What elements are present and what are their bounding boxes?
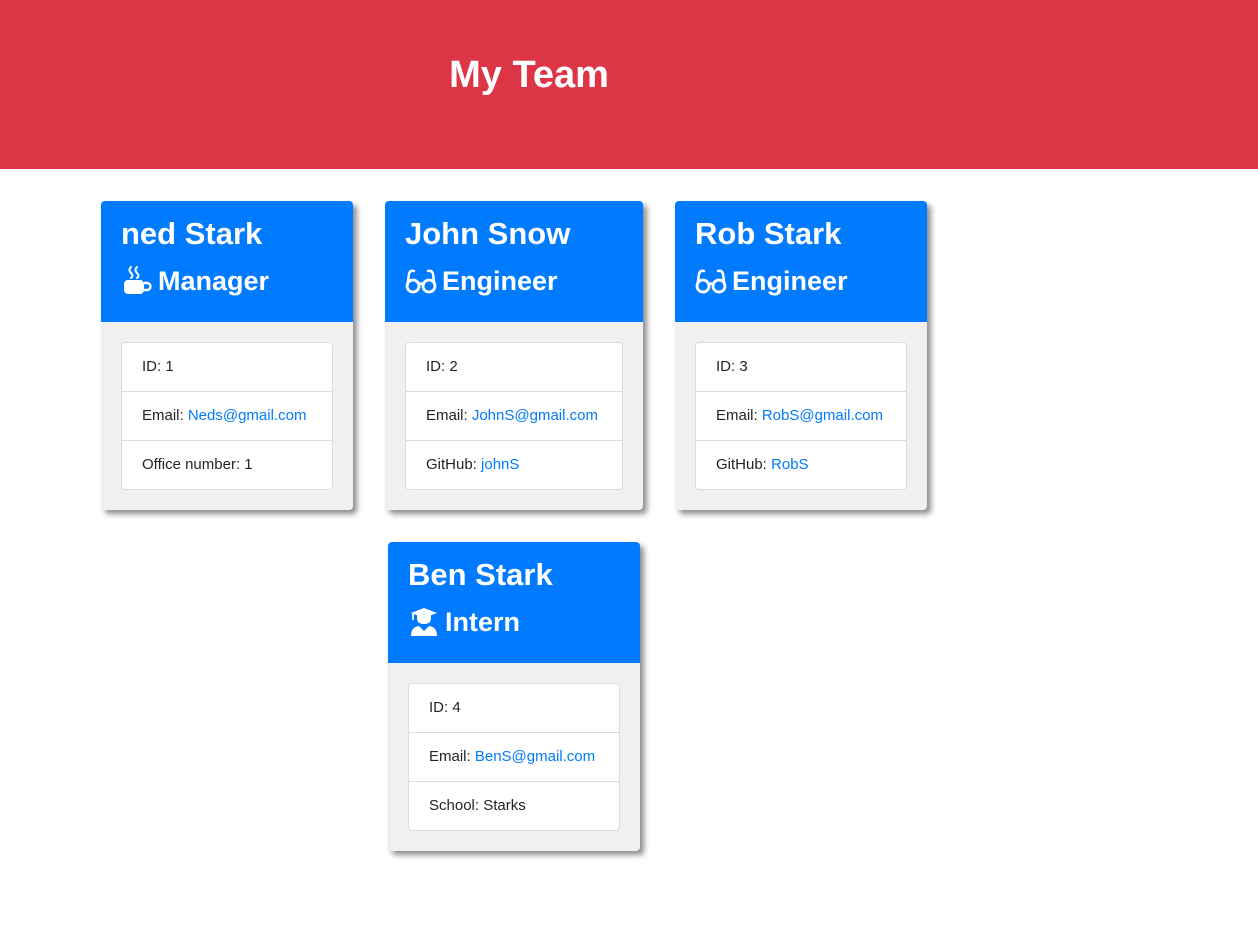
email-label: Email: (426, 407, 472, 424)
employee-name: Ben Stark (408, 557, 553, 592)
role-label: Intern (445, 607, 521, 637)
role-label: Manager (158, 266, 270, 296)
id-value: 2 (449, 358, 458, 375)
github-link[interactable]: RobS (771, 456, 809, 473)
employee-card-engineer: Rob Stark Engineer ID: 3 Email: RobS@gma… (675, 201, 927, 510)
employee-email: Email: RobS@gmail.com (696, 391, 906, 440)
employee-id: ID: 2 (406, 343, 622, 391)
employee-email: Email: BenS@gmail.com (409, 732, 619, 781)
employee-details: ID: 1 Email: Neds@gmail.com Office numbe… (121, 342, 333, 490)
github-link[interactable]: johnS (481, 456, 519, 473)
office-number-label: Office number: (142, 456, 245, 473)
role-label: Engineer (442, 266, 558, 296)
email-link[interactable]: Neds@gmail.com (188, 407, 307, 424)
email-label: Email: (716, 407, 762, 424)
school-label: School: (429, 797, 484, 814)
employee-details: ID: 3 Email: RobS@gmail.com GitHub: RobS (695, 342, 907, 490)
employee-id: ID: 4 (409, 684, 619, 732)
employee-school: School: Starks (409, 781, 619, 830)
email-link[interactable]: BenS@gmail.com (475, 748, 595, 765)
id-label: ID: (426, 358, 450, 375)
employee-name: Rob Stark (695, 216, 842, 251)
card-header: ned Stark Manager (101, 201, 353, 322)
email-link[interactable]: RobS@gmail.com (762, 407, 883, 424)
glasses-icon (405, 266, 437, 296)
graduate-icon (408, 607, 440, 637)
id-label: ID: (716, 358, 740, 375)
office-number-value: 1 (244, 456, 253, 473)
card-header: Ben Stark Intern (388, 542, 640, 663)
employee-id: ID: 1 (122, 343, 332, 391)
employee-github: GitHub: johnS (406, 440, 622, 489)
id-label: ID: (142, 358, 166, 375)
employee-card-manager: ned Stark Manager ID: 1 Email: Neds@gmai… (101, 201, 353, 510)
card-header: John Snow Engineer (385, 201, 643, 322)
employee-role: Engineer (695, 264, 848, 298)
header-banner: My Team (0, 0, 1258, 169)
employee-name: John Snow (405, 216, 571, 251)
employee-role: Manager (121, 264, 269, 298)
employee-email: Email: JohnS@gmail.com (406, 391, 622, 440)
employee-details: ID: 2 Email: JohnS@gmail.com GitHub: joh… (405, 342, 623, 490)
employee-office-number: Office number: 1 (122, 440, 332, 489)
card-header: Rob Stark Engineer (675, 201, 927, 322)
employee-role: Intern (408, 605, 520, 639)
email-label: Email: (142, 407, 188, 424)
employee-email: Email: Neds@gmail.com (122, 391, 332, 440)
mug-icon (121, 266, 153, 296)
role-label: Engineer (732, 266, 848, 296)
employee-role: Engineer (405, 264, 558, 298)
glasses-icon (695, 266, 727, 296)
email-link[interactable]: JohnS@gmail.com (472, 407, 598, 424)
school-value: Starks (483, 797, 526, 814)
employee-github: GitHub: RobS (696, 440, 906, 489)
id-value: 1 (165, 358, 174, 375)
employee-card-intern: Ben Stark Intern ID: 4 Email: BenS@gmail… (388, 542, 640, 851)
page-title: My Team (449, 54, 609, 96)
id-value: 4 (452, 699, 461, 716)
employee-name: ned Stark (121, 216, 263, 251)
github-label: GitHub: (426, 456, 482, 473)
github-label: GitHub: (716, 456, 772, 473)
id-label: ID: (429, 699, 453, 716)
employee-card-engineer: John Snow Engineer ID: 2 Email: JohnS@gm… (385, 201, 643, 510)
email-label: Email: (429, 748, 475, 765)
employee-id: ID: 3 (696, 343, 906, 391)
id-value: 3 (739, 358, 748, 375)
employee-details: ID: 4 Email: BenS@gmail.com School: Star… (408, 683, 620, 831)
